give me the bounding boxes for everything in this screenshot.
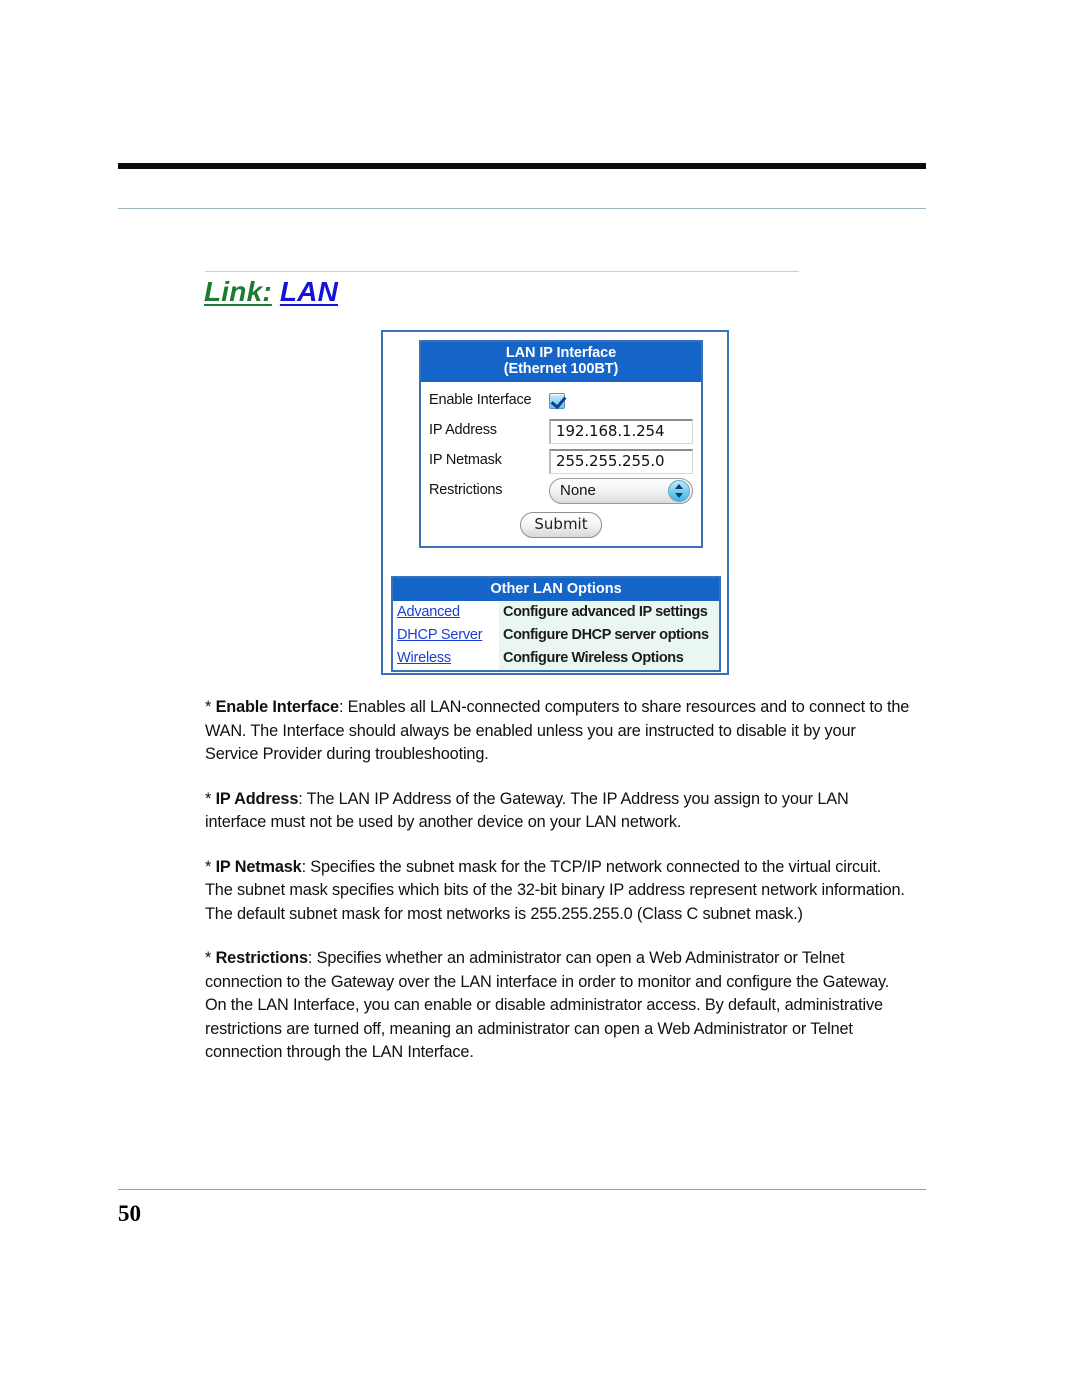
paragraph-ip-netmask: * IP Netmask: Specifies the subnet mask … [205,856,911,927]
page-number: 50 [118,1201,141,1226]
bullet-marker: * [205,698,216,716]
page-title: Link: LAN [204,276,338,308]
bullet-marker: * [205,857,216,876]
paragraph-text: : Specifies whether an administrator can… [205,949,890,1061]
header-rule-thin [118,208,926,209]
ui-screenshot-figure: LAN IP Interface (Ethernet 100BT) Enable… [381,330,729,675]
option-description-advanced: Configure advanced IP settings [499,601,719,624]
body-copy: * Enable Interface: Enables all LAN-conn… [205,696,911,1086]
ip-netmask-label: IP Netmask [429,452,502,469]
option-description-wireless: Configure Wireless Options [499,647,719,670]
restrictions-label: Restrictions [429,482,503,499]
submit-button[interactable]: Submit [520,512,602,539]
term-ip-netmask: IP Netmask [215,857,302,876]
option-link-cell: DHCP Server [393,624,499,647]
option-row-dhcp-server: DHCP Server Configure DHCP server option… [393,624,719,647]
bullet-marker: * [205,789,216,808]
lan-ip-interface-form: Enable Interface IP Address 192.168.1.25… [421,382,701,546]
heading-divider-rule [205,271,799,272]
ip-address-row: IP Address 192.168.1.254 [429,416,693,446]
link-advanced[interactable]: Advanced [397,604,460,620]
bullet-marker: * [205,949,216,967]
ip-address-label: IP Address [429,422,497,439]
footer-rule [118,1189,926,1190]
stepper-arrows-icon[interactable] [668,480,690,503]
panel-title-line-1: LAN IP Interface [505,345,617,361]
paragraph-ip-address: * IP Address: The LAN IP Address of the … [205,788,911,835]
restrictions-selected-value: None [560,482,596,500]
lan-ip-interface-title: LAN IP Interface (Ethernet 100BT) [421,342,701,383]
ip-address-input[interactable]: 192.168.1.254 [549,418,693,444]
page-title-prefix: Link: [204,276,272,307]
option-description-dhcp-server: Configure DHCP server options [499,624,719,647]
restrictions-select[interactable]: None [549,478,693,505]
term-restrictions: Restrictions [215,949,308,967]
term-ip-address: IP Address [215,789,299,808]
option-link-cell: Wireless [393,647,499,670]
option-link-cell: Advanced [393,601,499,624]
other-lan-options-title: Other LAN Options [393,578,719,601]
paragraph-text: : Specifies the subnet mask for the TCP/… [205,857,905,923]
paragraph-enable-interface: * Enable Interface: Enables all LAN-conn… [205,696,911,767]
header-rule-thick [118,163,926,169]
enable-interface-label: Enable Interface [429,392,532,409]
enable-interface-row: Enable Interface [429,386,693,416]
ip-netmask-input[interactable]: 255.255.255.0 [549,448,693,474]
option-row-wireless: Wireless Configure Wireless Options [393,647,719,670]
restrictions-row: Restrictions None [429,476,693,506]
submit-row: Submit [429,506,693,539]
ip-netmask-row: IP Netmask 255.255.255.0 [429,446,693,476]
triangle-down-icon [675,493,683,499]
panel-title-line-2: (Ethernet 100BT) [503,360,619,377]
link-wireless[interactable]: Wireless [397,650,451,666]
term-enable-interface: Enable Interface [215,698,340,716]
page-title-target: LAN [279,276,339,307]
other-lan-options-panel: Other LAN Options Advanced Configure adv… [391,576,721,672]
lan-ip-interface-panel: LAN IP Interface (Ethernet 100BT) Enable… [419,340,703,549]
triangle-up-icon [675,484,683,490]
link-dhcp-server[interactable]: DHCP Server [397,627,483,643]
option-row-advanced: Advanced Configure advanced IP settings [393,601,719,624]
paragraph-text: : The LAN IP Address of the Gateway. The… [205,789,849,832]
enable-interface-checkbox[interactable] [549,393,565,410]
paragraph-restrictions: * Restrictions: Specifies whether an adm… [205,947,911,1065]
